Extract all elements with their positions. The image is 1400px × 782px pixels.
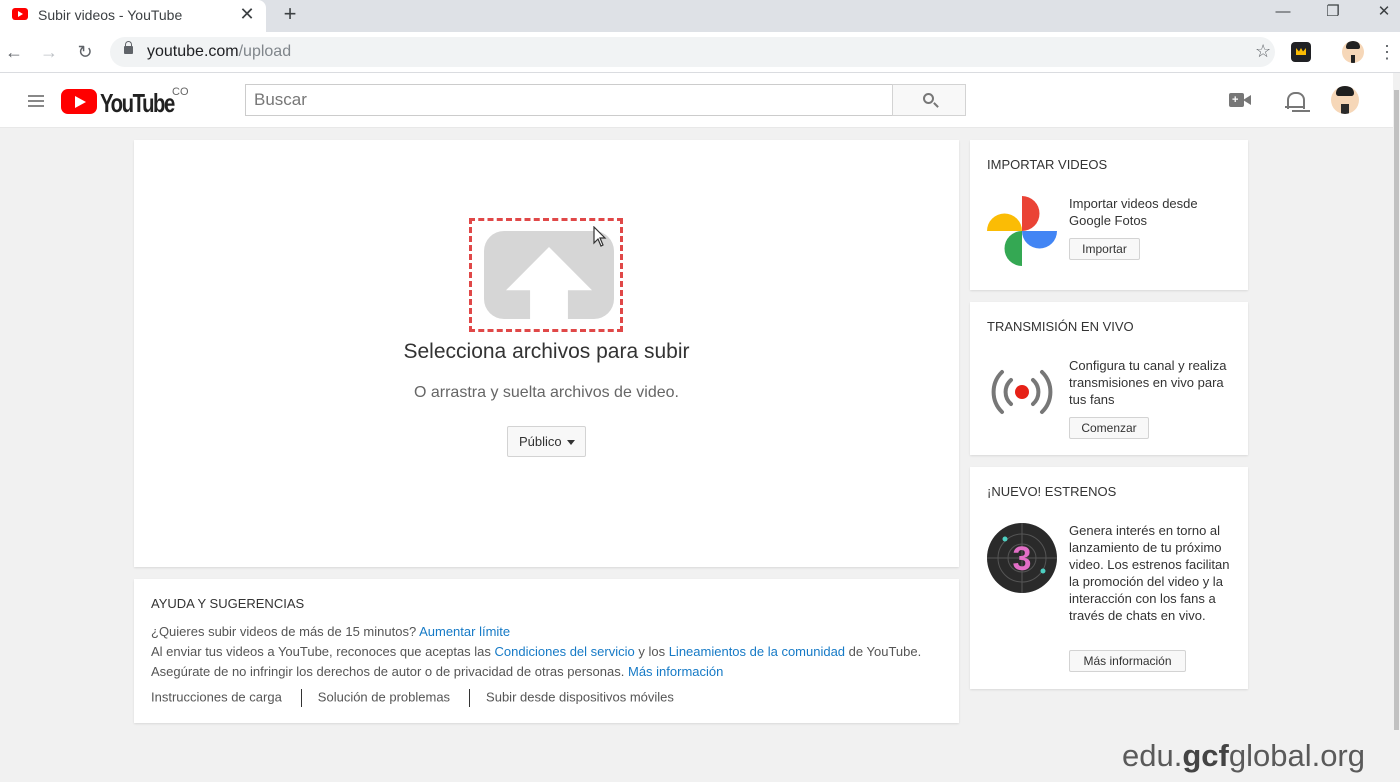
help-title: AYUDA Y SUGERENCIAS bbox=[151, 596, 305, 611]
tab-close-icon[interactable]: ✕ bbox=[238, 4, 256, 24]
dropdown-caret-icon bbox=[567, 440, 575, 445]
live-title: TRANSMISIÓN EN VIVO bbox=[987, 319, 1134, 334]
restore-button[interactable]: ❐ bbox=[1318, 2, 1348, 24]
live-streaming-card: TRANSMISIÓN EN VIVO Configura tu canal y… bbox=[970, 302, 1248, 455]
browser-menu-icon[interactable]: ⋮ bbox=[1378, 40, 1396, 64]
help-panel: AYUDA Y SUGERENCIAS ¿Quieres subir video… bbox=[134, 579, 959, 723]
help-text: y los bbox=[638, 644, 666, 659]
premiere-countdown-icon: 3 bbox=[987, 523, 1057, 593]
upload-title: Selecciona archivos para subir bbox=[403, 340, 690, 363]
upload-instructions-link[interactable]: Instrucciones de carga bbox=[151, 689, 282, 704]
search-icon bbox=[923, 93, 934, 104]
mobile-upload-link[interactable]: Subir desde dispositivos móviles bbox=[486, 689, 674, 704]
page-scrollbar[interactable] bbox=[1393, 73, 1400, 782]
privacy-dropdown[interactable]: Público bbox=[507, 426, 586, 457]
new-tab-button[interactable]: + bbox=[279, 2, 301, 26]
upload-video-camera-icon[interactable]: + bbox=[1229, 93, 1251, 107]
youtube-masthead: YouTube CO + bbox=[0, 73, 1393, 128]
import-videos-card: IMPORTAR VIDEOS Importar videos desde Go… bbox=[970, 140, 1248, 290]
search-input[interactable] bbox=[245, 84, 893, 116]
notifications-bell-icon[interactable] bbox=[1285, 90, 1305, 112]
import-title: IMPORTAR VIDEOS bbox=[987, 157, 1108, 172]
crown-extension-icon[interactable] bbox=[1291, 42, 1311, 62]
import-description: Importar videos desde Google Fotos bbox=[1069, 196, 1198, 228]
import-button[interactable]: Importar bbox=[1069, 238, 1140, 260]
live-broadcast-icon bbox=[991, 370, 1053, 414]
help-text: Asegúrate de no infringir los derechos d… bbox=[151, 664, 625, 679]
premieres-title: ¡NUEVO! ESTRENOS bbox=[987, 484, 1117, 499]
url-host: youtube.com bbox=[147, 43, 239, 60]
bookmark-star-icon[interactable]: ☆ bbox=[1255, 41, 1271, 62]
reload-button[interactable]: ↻ bbox=[72, 40, 98, 64]
youtube-logo[interactable]: YouTube CO bbox=[61, 86, 197, 118]
forward-button[interactable]: → bbox=[36, 40, 62, 64]
address-bar[interactable]: youtube.com/upload ☆ bbox=[110, 37, 1275, 67]
browser-tab-youtube[interactable]: Subir videos - YouTube ✕ bbox=[0, 0, 266, 32]
watermark-bold: gcf bbox=[1182, 738, 1229, 773]
live-description: Configura tu canal y realiza transmision… bbox=[1069, 358, 1227, 407]
help-line-terms: Al enviar tus videos a YouTube, reconoce… bbox=[151, 644, 921, 659]
premieres-card: ¡NUEVO! ESTRENOS 3 Genera interés en tor… bbox=[970, 467, 1248, 689]
privacy-selected-value: Público bbox=[519, 434, 562, 449]
url-path: /upload bbox=[238, 43, 292, 60]
premieres-more-info-button[interactable]: Más información bbox=[1069, 650, 1186, 672]
troubleshooting-link[interactable]: Solución de problemas bbox=[318, 689, 450, 704]
mouse-cursor-icon bbox=[593, 226, 607, 247]
back-button[interactable]: ← bbox=[1, 40, 27, 64]
scrollbar-thumb[interactable] bbox=[1394, 90, 1399, 730]
youtube-favicon-icon bbox=[12, 8, 28, 20]
hamburger-menu-icon[interactable] bbox=[28, 95, 44, 107]
youtube-play-icon bbox=[61, 89, 97, 114]
community-guidelines-link[interactable]: Lineamientos de la comunidad bbox=[669, 644, 845, 659]
upload-panel: Selecciona archivos para subir O arrastr… bbox=[134, 140, 959, 567]
premiere-countdown-number: 3 bbox=[1013, 540, 1032, 578]
tab-title: Subir videos - YouTube bbox=[38, 7, 183, 23]
help-line-limit: ¿Quieres subir videos de más de 15 minut… bbox=[151, 624, 510, 639]
help-line-copyright: Asegúrate de no infringir los derechos d… bbox=[151, 664, 723, 679]
gcf-watermark: edu.gcfglobal.org bbox=[1122, 738, 1365, 774]
country-code: CO bbox=[172, 86, 189, 98]
minimize-button[interactable]: — bbox=[1268, 2, 1298, 24]
watermark-suffix: global.org bbox=[1228, 738, 1365, 773]
start-live-button[interactable]: Comenzar bbox=[1069, 417, 1149, 439]
google-photos-icon bbox=[987, 196, 1057, 266]
youtube-wordmark: YouTube bbox=[100, 88, 175, 118]
lock-icon bbox=[124, 41, 133, 54]
upload-subtitle: O arrastra y suelta archivos de video. bbox=[413, 384, 679, 401]
increase-limit-link[interactable]: Aumentar límite bbox=[419, 624, 510, 639]
premieres-description: Genera interés en torno al lanzamiento d… bbox=[1069, 523, 1230, 623]
browser-profile-avatar[interactable] bbox=[1342, 41, 1364, 63]
help-text: ¿Quieres subir videos de más de 15 minut… bbox=[151, 624, 417, 639]
user-avatar[interactable] bbox=[1331, 86, 1359, 114]
more-info-link[interactable]: Más información bbox=[628, 664, 723, 679]
terms-of-service-link[interactable]: Condiciones del servicio bbox=[495, 644, 635, 659]
url-text[interactable]: youtube.com/upload bbox=[147, 43, 291, 61]
browser-toolbar: ← → ↻ youtube.com/upload ☆ ⋮ bbox=[0, 32, 1400, 73]
watermark-prefix: edu. bbox=[1122, 738, 1183, 773]
browser-tabstrip: Subir videos - YouTube ✕ + — ❐ ✕ bbox=[0, 0, 1400, 32]
help-text: Al enviar tus videos a YouTube, reconoce… bbox=[151, 644, 491, 659]
close-window-button[interactable]: ✕ bbox=[1369, 2, 1399, 24]
help-text: de YouTube. bbox=[848, 644, 922, 659]
search-button[interactable] bbox=[892, 84, 966, 116]
help-footer-links: Instrucciones de carga Solución de proble… bbox=[151, 689, 674, 707]
